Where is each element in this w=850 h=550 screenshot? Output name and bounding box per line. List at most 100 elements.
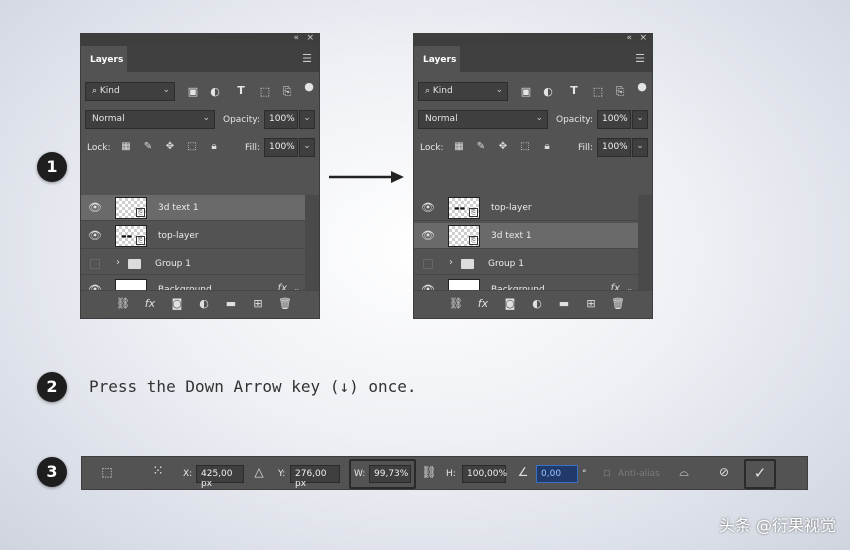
image-filter-icon[interactable]: ▣ xyxy=(185,85,201,98)
smart-object-filter-icon[interactable]: ⎘ xyxy=(279,85,295,99)
lock-row: Lock: ▦ ✎ ✥ ⬚ 🔒︎ Fill: 100% ⌄ xyxy=(418,138,648,158)
smart-object-icon: ⎘ xyxy=(469,236,478,245)
panel-bottom-toolbar: ⛓︎ fx ◙ ◐ ▬ ⊞ 🗑︎ xyxy=(81,290,319,318)
panel-menu-icon[interactable]: ☰ xyxy=(302,52,312,65)
eye-icon[interactable]: 👁︎ xyxy=(421,201,435,214)
visibility-toggle[interactable] xyxy=(90,259,100,269)
angle-input[interactable]: 0,00 xyxy=(536,465,578,483)
height-input[interactable]: 100,00% xyxy=(462,465,507,483)
trash-icon[interactable]: 🗑︎ xyxy=(277,297,293,310)
link-icon[interactable]: ⛓︎ xyxy=(115,297,131,310)
fill-value: 100% xyxy=(602,142,628,152)
new-layer-icon[interactable]: ⊞ xyxy=(250,297,266,310)
filter-kind-select[interactable]: ⌕ Kind ⌄ xyxy=(418,82,508,101)
image-filter-icon[interactable]: ▣ xyxy=(518,85,534,98)
close-icon[interactable]: × xyxy=(306,33,314,43)
chevron-down-icon[interactable]: ⌄ xyxy=(299,138,315,157)
lock-all-icon[interactable]: 🔒︎ xyxy=(207,141,221,152)
type-filter-icon[interactable]: T xyxy=(566,84,582,97)
visibility-toggle[interactable] xyxy=(423,259,433,269)
collapse-icon[interactable]: « xyxy=(293,33,299,43)
close-icon[interactable]: × xyxy=(639,33,647,43)
fx-icon[interactable]: fx xyxy=(142,297,158,310)
delta-icon[interactable]: △ xyxy=(250,465,268,479)
shape-filter-icon[interactable]: ⬚ xyxy=(590,85,606,98)
adjustment-icon[interactable]: ◐ xyxy=(196,297,212,310)
blend-mode-select[interactable]: Normal ⌄ xyxy=(418,110,548,129)
eye-icon[interactable]: 👁︎ xyxy=(88,229,102,242)
layer-row-3d-text[interactable]: 👁︎ ⎘ 3d text 1 xyxy=(414,223,638,249)
panel-menu-icon[interactable]: ☰ xyxy=(635,52,645,65)
lock-move-icon[interactable]: ✥ xyxy=(496,141,510,152)
trash-icon[interactable]: 🗑︎ xyxy=(610,297,626,310)
adjustment-filter-icon[interactable]: ◐ xyxy=(540,85,556,98)
width-input[interactable]: 99,73% xyxy=(369,465,411,483)
cancel-icon[interactable]: ⊘ xyxy=(715,465,733,479)
smart-object-icon: ⎘ xyxy=(136,208,145,217)
lock-transparent-icon[interactable]: ▦ xyxy=(119,141,133,152)
shape-filter-icon[interactable]: ⬚ xyxy=(257,85,273,98)
scrollbar[interactable] xyxy=(638,195,652,301)
chevron-right-icon[interactable]: › xyxy=(116,257,120,268)
folder-icon[interactable]: ▬ xyxy=(223,297,239,310)
chevron-down-icon[interactable]: ⌄ xyxy=(299,110,315,129)
layer-row-group[interactable]: › Group 1 xyxy=(81,251,305,275)
collapse-icon[interactable]: « xyxy=(626,33,632,43)
type-filter-icon[interactable]: T xyxy=(233,84,249,97)
tab-layers[interactable]: Layers xyxy=(81,46,127,72)
layer-row-group[interactable]: › Group 1 xyxy=(414,251,638,275)
blend-mode-select[interactable]: Normal ⌄ xyxy=(85,110,215,129)
new-layer-icon[interactable]: ⊞ xyxy=(583,297,599,310)
filter-kind-select[interactable]: ⌕ Kind ⌄ xyxy=(85,82,175,101)
adjustment-filter-icon[interactable]: ◐ xyxy=(207,85,223,98)
lock-artboard-icon[interactable]: ⬚ xyxy=(185,141,199,152)
checkbox-icon[interactable]: ▫ xyxy=(598,465,616,479)
folder-icon[interactable]: ▬ xyxy=(556,297,572,310)
link-icon[interactable]: ⛓︎ xyxy=(448,297,464,310)
chevron-right-icon[interactable]: › xyxy=(449,257,453,268)
layer-row-3d-text[interactable]: 👁︎ ⎘ 3d text 1 xyxy=(81,195,305,221)
layer-row-top-layer[interactable]: 👁︎ ▬▬ ⎘ top-layer xyxy=(414,195,638,221)
x-input[interactable]: 425,00 px xyxy=(196,465,244,489)
eye-icon[interactable]: 👁︎ xyxy=(88,201,102,214)
opacity-field[interactable]: 100% ⌄ xyxy=(597,110,648,129)
lock-brush-icon[interactable]: ✎ xyxy=(141,141,155,152)
lock-transparent-icon[interactable]: ▦ xyxy=(452,141,466,152)
reference-point-icon[interactable]: ⁙ xyxy=(149,463,167,479)
warp-icon[interactable]: ⌓ xyxy=(675,465,693,480)
transform-tool-icon[interactable]: ⬚ xyxy=(98,465,116,479)
mask-icon[interactable]: ◙ xyxy=(502,297,518,310)
lock-all-icon[interactable]: 🔒︎ xyxy=(540,141,554,152)
checkmark-icon[interactable]: ✓ xyxy=(751,464,769,482)
fill-field[interactable]: 100% ⌄ xyxy=(264,138,315,157)
filter-toggle-icon[interactable]: ● xyxy=(634,80,650,93)
chevron-down-icon[interactable]: ⌄ xyxy=(632,110,648,129)
smart-object-icon: ⎘ xyxy=(469,208,478,217)
angle-icon[interactable]: ∠ xyxy=(514,465,532,479)
fx-icon[interactable]: fx xyxy=(475,297,491,310)
lock-artboard-icon[interactable]: ⬚ xyxy=(518,141,532,152)
layer-name: top-layer xyxy=(491,203,532,213)
lock-brush-icon[interactable]: ✎ xyxy=(474,141,488,152)
layer-row-top-layer[interactable]: 👁︎ ▬▬ ⎘ top-layer xyxy=(81,223,305,249)
opacity-field[interactable]: 100% ⌄ xyxy=(264,110,315,129)
transform-options-bar: ⬚ ⁙ X: 425,00 px △ Y: 276,00 px W: 99,73… xyxy=(81,456,808,490)
blend-mode-label: Normal xyxy=(92,114,125,124)
adjustment-icon[interactable]: ◐ xyxy=(529,297,545,310)
scrollbar[interactable] xyxy=(305,195,319,301)
lock-move-icon[interactable]: ✥ xyxy=(163,141,177,152)
tab-layers[interactable]: Layers xyxy=(414,46,460,72)
filter-toggle-icon[interactable]: ● xyxy=(301,80,317,93)
fill-field[interactable]: 100% ⌄ xyxy=(597,138,648,157)
link-icon[interactable]: ⛓︎ xyxy=(420,465,438,479)
chevron-down-icon[interactable]: ⌄ xyxy=(632,138,648,157)
mask-icon[interactable]: ◙ xyxy=(169,297,185,310)
folder-icon xyxy=(461,259,474,269)
smart-object-filter-icon[interactable]: ⎘ xyxy=(612,85,628,99)
search-icon: ⌕ xyxy=(425,86,433,96)
eye-icon[interactable]: 👁︎ xyxy=(421,229,435,242)
layer-thumbnail: ▬▬ ⎘ xyxy=(115,225,147,247)
filter-row: ⌕ Kind ⌄ ▣ ◐ T ⬚ ⎘ ● xyxy=(85,80,317,102)
search-icon: ⌕ xyxy=(92,86,100,96)
y-input[interactable]: 276,00 px xyxy=(290,465,340,489)
